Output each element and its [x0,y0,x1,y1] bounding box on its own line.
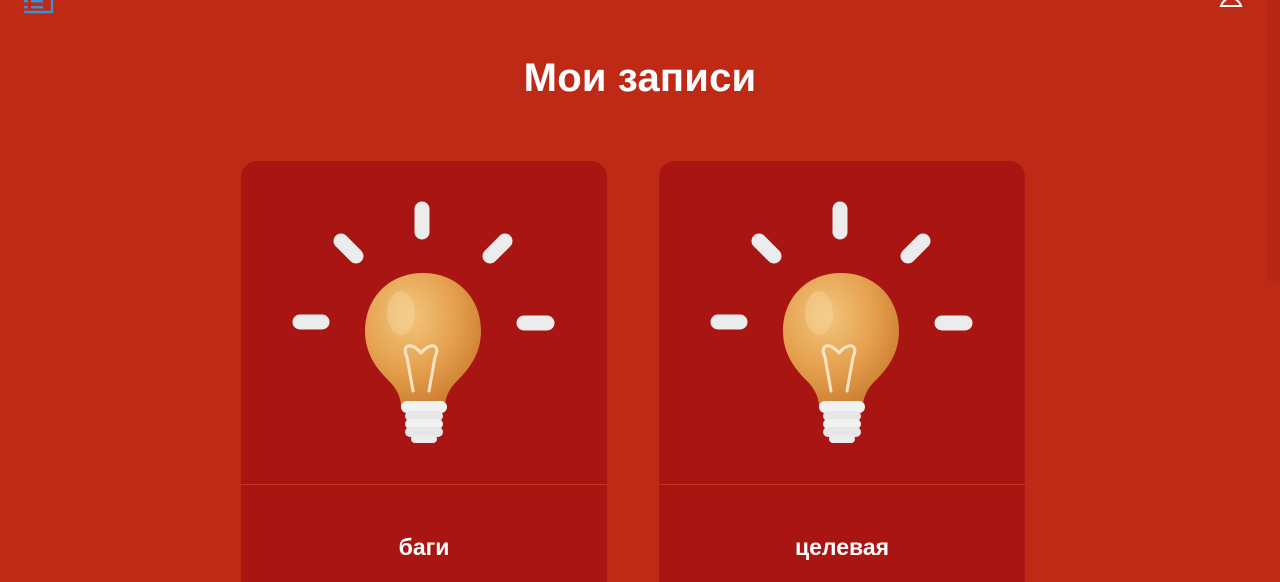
list-icon[interactable] [22,0,54,16]
card-divider [241,484,607,485]
lightbulb-icon [292,201,555,443]
user-icon[interactable] [1219,0,1243,8]
page-title: Мои записи [523,56,757,100]
lightbulb-icon [710,201,973,443]
record-card-bugs[interactable]: баги [241,161,607,582]
card-divider [659,484,1025,485]
page: Мои записи баги целевая [0,0,1280,582]
record-card-title: целевая [794,534,890,560]
record-card-target[interactable]: целевая [659,161,1025,582]
record-card-title: баги [398,534,450,560]
side-panel-edge [1268,0,1280,282]
records-list: баги целевая [241,161,1025,582]
